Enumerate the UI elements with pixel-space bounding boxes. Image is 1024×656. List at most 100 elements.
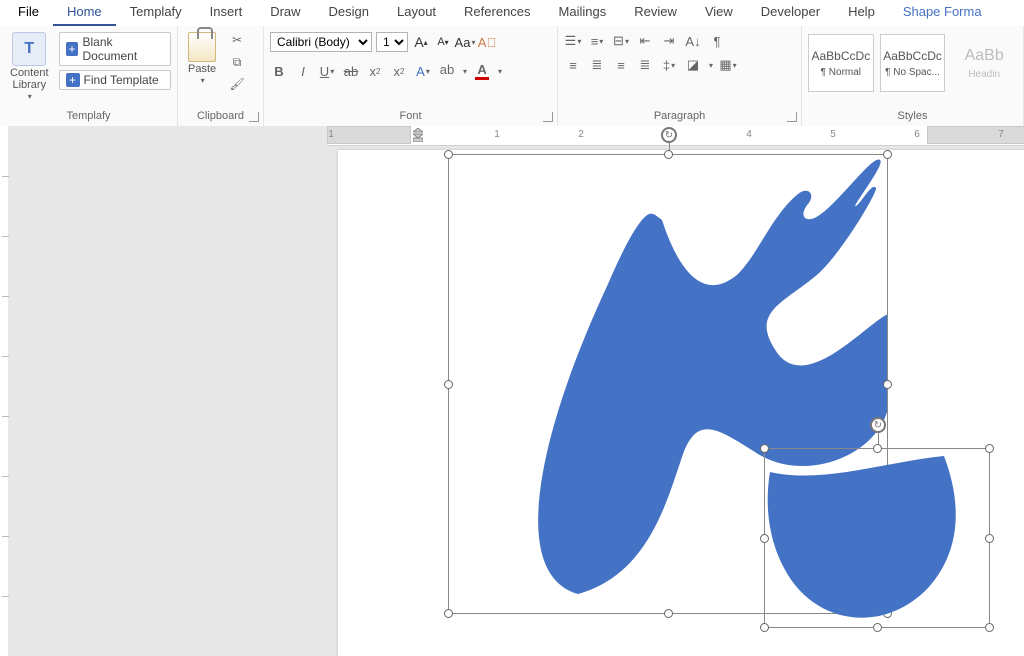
content-library-icon: T — [12, 32, 46, 66]
tab-view[interactable]: View — [691, 0, 747, 26]
tab-layout[interactable]: Layout — [383, 0, 450, 26]
workspace: 1 1 2 3 4 5 6 7 — [0, 126, 1024, 656]
ribbon-tabs: File Home Templafy Insert Draw Design La… — [0, 0, 1024, 26]
group-label-styles: Styles — [808, 108, 1017, 124]
resize-handle-sw[interactable] — [444, 609, 453, 618]
shading-button[interactable]: ◪ — [684, 56, 702, 74]
resize-handle-w[interactable] — [444, 380, 453, 389]
grow-font-button[interactable]: A▴ — [412, 33, 430, 51]
resize-handle-s[interactable] — [664, 609, 673, 618]
tab-review[interactable]: Review — [620, 0, 691, 26]
group-label-clipboard: Clipboard — [184, 108, 257, 124]
selection-box-2[interactable] — [764, 448, 990, 628]
font-color-button[interactable]: A — [473, 62, 491, 80]
resize-handle-nw[interactable] — [760, 444, 769, 453]
text-effects-button[interactable]: A▾ — [414, 62, 432, 80]
tab-file[interactable]: File — [4, 0, 53, 26]
decrease-indent-button[interactable]: ⇤ — [636, 32, 654, 50]
style-heading[interactable]: AaBb Headin — [951, 34, 1017, 92]
numbering-button[interactable]: ≡▾ — [588, 32, 606, 50]
cut-button[interactable]: ✂ — [228, 32, 246, 48]
indent-marker[interactable] — [413, 128, 423, 142]
underline-button[interactable]: U▾ — [318, 62, 336, 80]
show-marks-button[interactable]: ¶ — [708, 32, 726, 50]
group-font: Calibri (Body) 12 A▴ A▾ Aa▾ A⃠ B I U▾ ab… — [264, 26, 558, 126]
chevron-down-icon: ▾ — [201, 76, 205, 85]
subscript-button[interactable]: x2 — [366, 62, 384, 80]
font-dialog-launcher[interactable] — [543, 112, 553, 122]
document-page[interactable] — [338, 150, 1024, 656]
style-no-spacing[interactable]: AaBbCcDc ¶ No Spac... — [880, 34, 946, 92]
align-center-button[interactable]: ≣ — [588, 56, 606, 74]
tab-shape-format[interactable]: Shape Forma — [889, 0, 996, 26]
clipboard-dialog-launcher[interactable] — [249, 112, 259, 122]
blank-document-button[interactable]: + Blank Document — [59, 32, 171, 66]
resize-handle-w[interactable] — [760, 534, 769, 543]
resize-handle-ne[interactable] — [985, 444, 994, 453]
sort-button[interactable]: A↓ — [684, 32, 702, 50]
rotate-handle[interactable] — [870, 417, 886, 433]
tab-insert[interactable]: Insert — [196, 0, 257, 26]
copy-button[interactable]: ⧉ — [228, 54, 246, 70]
resize-handle-nw[interactable] — [444, 150, 453, 159]
align-right-button[interactable]: ≡ — [612, 56, 630, 74]
group-label-font: Font — [270, 108, 551, 124]
resize-handle-s[interactable] — [873, 623, 882, 632]
superscript-button[interactable]: x2 — [390, 62, 408, 80]
paste-label: Paste — [188, 63, 216, 75]
chevron-down-icon[interactable]: ▾ — [709, 61, 713, 70]
rotate-handle[interactable] — [661, 127, 677, 143]
strikethrough-button[interactable]: ab — [342, 62, 360, 80]
clear-formatting-button[interactable]: A⃠ — [478, 33, 496, 51]
tab-templafy[interactable]: Templafy — [116, 0, 196, 26]
plus-icon: + — [66, 73, 80, 87]
multilevel-list-button[interactable]: ⊟▾ — [612, 32, 630, 50]
ribbon-content: T Content Library ▾ + Blank Document + F… — [0, 26, 1024, 126]
tab-help[interactable]: Help — [834, 0, 889, 26]
plus-icon: + — [66, 42, 79, 56]
tab-developer[interactable]: Developer — [747, 0, 834, 26]
tab-references[interactable]: References — [450, 0, 544, 26]
find-template-button[interactable]: + Find Template — [59, 70, 171, 90]
chevron-down-icon[interactable]: ▾ — [498, 67, 502, 76]
tab-home[interactable]: Home — [53, 0, 116, 26]
paragraph-dialog-launcher[interactable] — [787, 112, 797, 122]
tab-draw[interactable]: Draw — [256, 0, 314, 26]
content-library-button[interactable]: T Content Library ▾ — [6, 30, 53, 103]
highlight-button[interactable]: ab — [438, 62, 456, 80]
font-name-select[interactable]: Calibri (Body) — [270, 32, 372, 52]
blank-document-label: Blank Document — [82, 35, 164, 63]
style-normal[interactable]: AaBbCcDc ¶ Normal — [808, 34, 874, 92]
find-template-label: Find Template — [84, 73, 159, 87]
paste-button[interactable]: Paste ▾ — [184, 30, 220, 87]
ribbon: File Home Templafy Insert Draw Design La… — [0, 0, 1024, 127]
resize-handle-sw[interactable] — [760, 623, 769, 632]
font-size-select[interactable]: 12 — [376, 32, 408, 52]
bold-button[interactable]: B — [270, 62, 288, 80]
line-spacing-button[interactable]: ‡▾ — [660, 56, 678, 74]
tab-mailings[interactable]: Mailings — [545, 0, 621, 26]
tab-design[interactable]: Design — [315, 0, 383, 26]
shrink-font-button[interactable]: A▾ — [434, 33, 452, 51]
document-area[interactable]: 1 1 2 3 4 5 6 7 — [12, 126, 1024, 656]
resize-handle-e[interactable] — [985, 534, 994, 543]
borders-button[interactable]: ▦▾ — [719, 56, 737, 74]
resize-handle-e[interactable] — [883, 380, 892, 389]
align-left-button[interactable]: ≡ — [564, 56, 582, 74]
justify-button[interactable]: ≣ — [636, 56, 654, 74]
resize-handle-ne[interactable] — [883, 150, 892, 159]
change-case-button[interactable]: Aa▾ — [456, 33, 474, 51]
bullets-button[interactable]: ☰▾ — [564, 32, 582, 50]
chevron-down-icon[interactable]: ▾ — [463, 67, 467, 76]
italic-button[interactable]: I — [294, 62, 312, 80]
group-paragraph: ☰▾ ≡▾ ⊟▾ ⇤ ⇥ A↓ ¶ ≡ ≣ ≡ ≣ ‡▾ ◪ ▾ ▦▾ — [558, 26, 802, 126]
clipboard-icon — [188, 32, 216, 62]
group-styles: AaBbCcDc ¶ Normal AaBbCcDc ¶ No Spac... … — [802, 26, 1024, 126]
resize-handle-n[interactable] — [664, 150, 673, 159]
group-label-templafy: Templafy — [6, 108, 171, 124]
format-painter-button[interactable]: 🖌 — [228, 76, 246, 92]
resize-handle-n[interactable] — [873, 444, 882, 453]
resize-handle-se[interactable] — [985, 623, 994, 632]
increase-indent-button[interactable]: ⇥ — [660, 32, 678, 50]
content-library-label: Content Library — [10, 67, 49, 91]
